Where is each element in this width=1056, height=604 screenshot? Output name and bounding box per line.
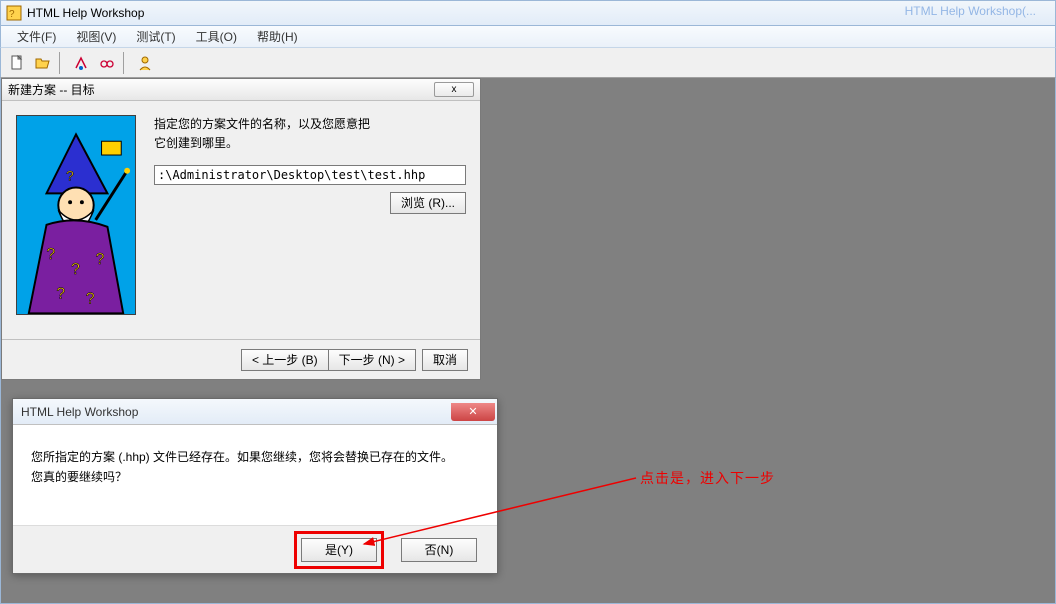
toolbar-separator-2 [123, 52, 129, 74]
wizard-body: ? ? ? ? ? ? 指定您的方案文件的名称，以及您愿意把 它创建到哪里。 [2, 101, 480, 341]
toolbar [0, 48, 1056, 78]
msgbox-text-line2: 您真的要继续吗？ [31, 467, 479, 487]
cancel-button[interactable]: 取消 [422, 349, 468, 371]
svg-text:?: ? [86, 291, 95, 308]
toolbar-separator [59, 52, 65, 74]
open-file-icon[interactable] [31, 52, 55, 74]
compile-icon[interactable] [69, 52, 93, 74]
svg-text:?: ? [47, 246, 56, 263]
annotation-text: 点击是，进入下一步 [640, 468, 775, 488]
wizard-description: 指定您的方案文件的名称，以及您愿意把 它创建到哪里。 [154, 115, 466, 153]
glasses-icon[interactable] [95, 52, 119, 74]
svg-text:?: ? [9, 9, 15, 20]
menu-view[interactable]: 视图(V) [68, 26, 124, 47]
wizard-footer: < 上一步 (B) 下一步 (N) > 取消 [2, 339, 480, 379]
wizard-title: 新建方案 -- 目标 [8, 81, 434, 98]
msgbox-close-button[interactable]: ✕ [451, 403, 495, 421]
titlebar: ? HTML Help Workshop HTML Help Workshop(… [0, 0, 1056, 26]
msgbox-title: HTML Help Workshop [21, 405, 451, 419]
msgbox-footer: 是(Y) 否(N) [13, 525, 497, 573]
close-icon: x [452, 84, 457, 95]
taskbar-hint: HTML Help Workshop(... [905, 4, 1036, 18]
svg-text:?: ? [56, 286, 65, 303]
msgbox-titlebar: HTML Help Workshop ✕ [13, 399, 497, 425]
next-button[interactable]: 下一步 (N) > [328, 349, 416, 371]
wizard-dialog: 新建方案 -- 目标 x [1, 78, 481, 380]
messagebox: HTML Help Workshop ✕ 您所指定的方案 (.hhp) 文件已经… [12, 398, 498, 574]
msgbox-text-line1: 您所指定的方案 (.hhp) 文件已经存在。如果您继续，您将会替换已存在的文件。 [31, 447, 479, 467]
app-icon: ? [6, 5, 22, 21]
yes-button[interactable]: 是(Y) [301, 538, 377, 562]
help-author-icon[interactable] [133, 52, 157, 74]
wizard-content: 指定您的方案文件的名称，以及您愿意把 它创建到哪里。 浏览 (R)... [154, 115, 466, 327]
prev-button[interactable]: < 上一步 (B) [241, 349, 328, 371]
browse-button[interactable]: 浏览 (R)... [390, 192, 466, 214]
menu-test[interactable]: 测试(T) [128, 26, 183, 47]
svg-text:?: ? [66, 169, 74, 184]
wizard-close-button[interactable]: x [434, 82, 474, 97]
no-button[interactable]: 否(N) [401, 538, 477, 562]
menu-tools[interactable]: 工具(O) [188, 26, 245, 47]
wizard-desc-line2: 它创建到哪里。 [154, 136, 238, 150]
svg-text:?: ? [96, 251, 105, 268]
menu-file[interactable]: 文件(F) [9, 26, 64, 47]
wizard-image: ? ? ? ? ? ? [16, 115, 136, 315]
path-input[interactable] [154, 165, 466, 185]
app-title: HTML Help Workshop [27, 6, 144, 20]
svg-text:?: ? [71, 261, 80, 278]
close-icon: ✕ [468, 405, 477, 418]
msgbox-body: 您所指定的方案 (.hhp) 文件已经存在。如果您继续，您将会替换已存在的文件。… [13, 425, 497, 510]
new-file-icon[interactable] [5, 52, 29, 74]
wizard-desc-line1: 指定您的方案文件的名称，以及您愿意把 [154, 117, 370, 131]
wizard-titlebar: 新建方案 -- 目标 x [2, 79, 480, 101]
menu-help[interactable]: 帮助(H) [249, 26, 306, 47]
menubar: 文件(F) 视图(V) 测试(T) 工具(O) 帮助(H) [0, 26, 1056, 48]
